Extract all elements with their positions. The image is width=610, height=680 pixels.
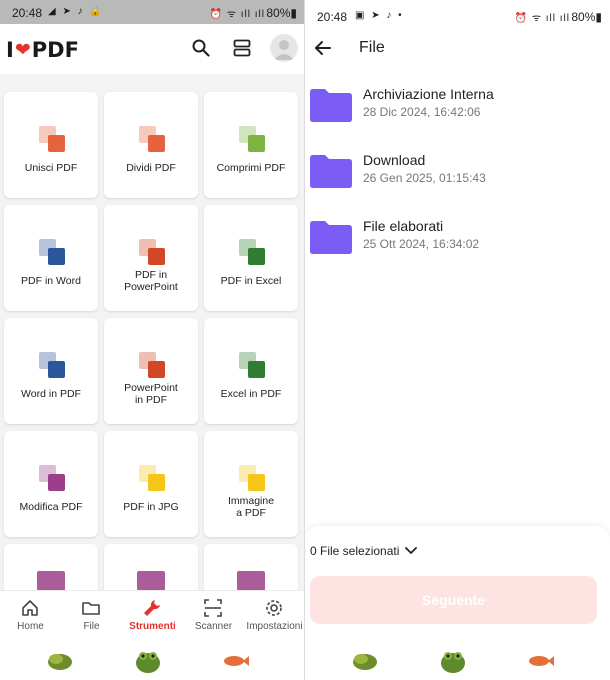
image-to-pdf-icon: [239, 465, 265, 491]
frog-emoji-icon: [136, 652, 160, 673]
folder-row[interactable]: File elaborati 25 Ott 2024, 16:34:02: [305, 214, 610, 270]
tool-label: PowerPoint in PDF: [124, 382, 178, 406]
tool-label: Word in PDF: [21, 388, 81, 400]
tool-tile[interactable]: Word in PDF: [4, 318, 98, 424]
protect-icon: [137, 571, 165, 591]
shell-emoji-icon: [353, 654, 377, 670]
split-icon: [139, 126, 165, 152]
tool-tile[interactable]: PowerPoint in PDF: [104, 318, 198, 424]
ilovepdf-logo: I ❤ PDF: [6, 38, 79, 62]
tool-label: Immagine a PDF: [227, 495, 275, 519]
edit-pdf-icon: [39, 465, 65, 491]
home-icon: [22, 600, 38, 616]
next-button[interactable]: Seguente: [310, 576, 597, 624]
folder-icon: [310, 155, 352, 188]
fish-emoji-icon: [224, 656, 249, 666]
gesture-bar: [0, 640, 305, 680]
file-picker-screen: 20:48 ▣ ➤ ♪ • ⏰ ᯤ ıll ıll 80%▮ File Arch…: [305, 0, 610, 680]
wrench-icon: [144, 600, 160, 616]
scanner-icon: [204, 599, 222, 617]
pdf-to-jpg-icon: [139, 465, 165, 491]
tool-tile[interactable]: Unisci PDF: [4, 92, 98, 198]
tool-label: PDF in Word: [21, 275, 81, 287]
nav-item-home[interactable]: Home: [0, 591, 61, 641]
tool-tile[interactable]: PDF in PowerPoint: [104, 205, 198, 311]
selection-count: 0 File selezionati: [310, 544, 400, 558]
folder-name: Download: [363, 152, 426, 168]
pdf-to-powerpoint-icon: [139, 239, 165, 265]
tool-tile[interactable]: Dividi PDF: [104, 92, 198, 198]
tool-tile[interactable]: Modifica PDF: [4, 431, 98, 537]
folder-date: 28 Dic 2024, 16:42:06: [363, 105, 481, 119]
avatar[interactable]: [270, 34, 298, 62]
folder-icon: [82, 602, 100, 615]
notification-icons: ◢ ➤ ♪ 🔒: [48, 6, 104, 17]
gesture-bar: [305, 640, 610, 680]
notification-icons: ▣ ➤ ♪ •: [355, 10, 404, 21]
status-bar: 20:48 ▣ ➤ ♪ • ⏰ ᯤ ıll ıll 80%▮: [305, 0, 610, 32]
tool-label: Comprimi PDF: [216, 162, 286, 174]
nav-item-scanner[interactable]: Scanner: [183, 591, 244, 641]
app-header: I ❤ PDF: [0, 24, 305, 74]
folder-name: File elaborati: [363, 218, 444, 234]
tool-tile[interactable]: PDF in Excel: [204, 205, 298, 311]
search-icon[interactable]: [191, 38, 211, 58]
tool-label: Unisci PDF: [24, 162, 78, 174]
folder-icon: [310, 221, 352, 254]
tool-label: PDF in PowerPoint: [124, 269, 178, 293]
chevron-down-icon: [405, 547, 418, 554]
system-icons: ⏰ ᯤ ıll ıll: [514, 13, 570, 24]
battery-level: 80%▮: [571, 10, 602, 24]
system-icons: ⏰ ᯤ ıll ıll: [209, 9, 265, 20]
tool-tile[interactable]: Immagine a PDF: [204, 431, 298, 537]
folder-date: 25 Ott 2024, 16:34:02: [363, 237, 480, 251]
selection-toggle[interactable]: 0 File selezionati: [310, 544, 418, 558]
organize-icon: [37, 571, 65, 591]
user-icon: [274, 40, 294, 60]
nav-item-file[interactable]: File: [61, 591, 122, 641]
frog-emoji-icon: [441, 652, 465, 673]
selection-sheet: 0 File selezionati Seguente: [305, 526, 610, 640]
powerpoint-to-pdf-icon: [139, 352, 165, 378]
status-time: 20:48: [12, 6, 43, 20]
folder-date: 26 Gen 2025, 01:15:43: [363, 171, 486, 185]
shell-emoji-icon: [48, 654, 72, 670]
fish-emoji-icon: [529, 656, 554, 666]
heart-icon: ❤: [14, 39, 31, 61]
tool-label: PDF in Excel: [220, 275, 282, 287]
status-time: 20:48: [317, 10, 348, 24]
status-bar: 20:48 ◢ ➤ ♪ 🔒 ⏰ ᯤ ıll ıll 80%▮: [0, 0, 305, 24]
rotate-icon: [237, 571, 265, 591]
tool-label: Modifica PDF: [19, 501, 83, 513]
tool-label: Excel in PDF: [220, 388, 282, 400]
bottom-navigation: Home File Strumenti Scanner Impostazioni: [0, 590, 305, 640]
word-to-pdf-icon: [39, 352, 65, 378]
nav-label: Impostazioni: [246, 621, 303, 632]
tool-tile[interactable]: Excel in PDF: [204, 318, 298, 424]
back-arrow-icon[interactable]: [313, 38, 333, 58]
page-title: File: [359, 39, 385, 56]
nav-item-impostazioni[interactable]: Impostazioni: [244, 591, 305, 641]
merge-icon: [39, 126, 65, 152]
pdf-to-word-icon: [39, 239, 65, 265]
tool-tile[interactable]: PDF in Word: [4, 205, 98, 311]
tool-tile[interactable]: PDF in JPG: [104, 431, 198, 537]
folder-row[interactable]: Download 26 Gen 2025, 01:15:43: [305, 148, 610, 204]
layout-toggle-icon[interactable]: [232, 38, 252, 58]
excel-to-pdf-icon: [239, 352, 265, 378]
folder-name: Archiviazione Interna: [363, 86, 494, 102]
tool-label: PDF in JPG: [123, 501, 179, 513]
file-header: File: [305, 32, 610, 66]
pdf-to-excel-icon: [239, 239, 265, 265]
folder-row[interactable]: Archiviazione Interna 28 Dic 2024, 16:42:…: [305, 82, 610, 138]
compress-icon: [239, 126, 265, 152]
gear-icon: [266, 600, 282, 616]
folder-icon: [310, 89, 352, 122]
tools-screen: 20:48 ◢ ➤ ♪ 🔒 ⏰ ᯤ ıll ıll 80%▮ I ❤ PDF Uni…: [0, 0, 305, 680]
tool-label: Dividi PDF: [126, 162, 176, 174]
nav-item-strumenti[interactable]: Strumenti: [122, 591, 183, 641]
tool-tile[interactable]: Comprimi PDF: [204, 92, 298, 198]
battery-level: 80%▮: [266, 6, 297, 20]
